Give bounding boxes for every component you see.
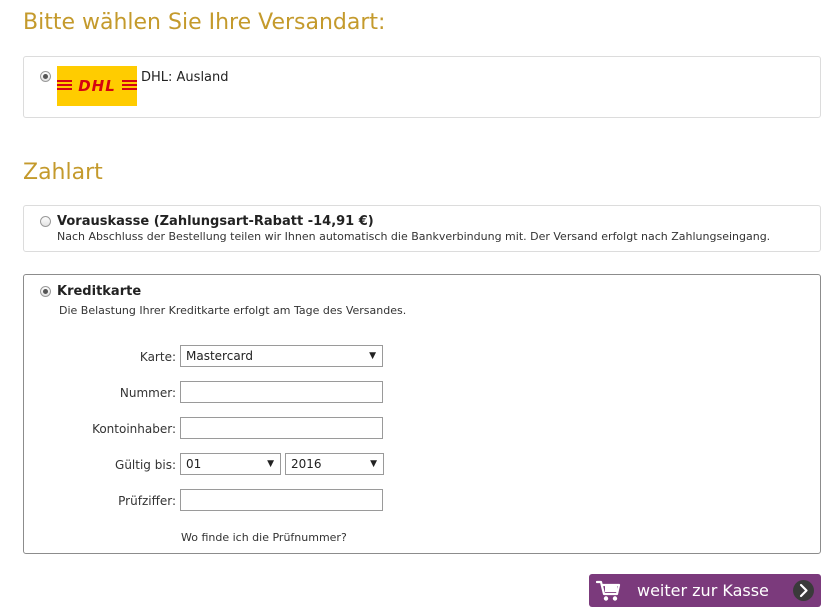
dropdown-arrow-icon: ▼ <box>267 459 274 469</box>
checkout-button[interactable]: weiter zur Kasse <box>589 574 821 607</box>
shipping-option-dhl[interactable]: DHL DHL: Ausland <box>23 56 821 118</box>
prepayment-description: Nach Abschluss der Bestellung teilen wir… <box>57 230 771 243</box>
prepayment-title: Vorauskasse (Zahlungsart-Rabatt -14,91 €… <box>57 214 374 229</box>
card-holder-label: Kontoinhaber: <box>92 422 176 436</box>
payment-heading: Zahlart <box>23 160 103 185</box>
card-type-select[interactable]: Mastercard ▼ <box>180 345 383 367</box>
cart-icon <box>596 580 621 601</box>
credit-card-description: Die Belastung Ihrer Kreditkarte erfolgt … <box>59 304 407 317</box>
checkout-button-label: weiter zur Kasse <box>637 581 769 600</box>
shipping-option-label: DHL: Ausland <box>141 70 229 85</box>
cvc-input[interactable] <box>180 489 383 511</box>
shipping-heading: Bitte wählen Sie Ihre Versandart: <box>23 10 386 35</box>
card-number-input[interactable] <box>180 381 383 403</box>
chevron-right-icon <box>793 580 814 601</box>
payment-option-credit-card[interactable]: Kreditkarte Die Belastung Ihrer Kreditka… <box>23 274 821 554</box>
cvc-help-link[interactable]: Wo finde ich die Prüfnummer? <box>181 531 347 544</box>
credit-card-title: Kreditkarte <box>57 284 142 299</box>
expiry-month-value: 01 <box>186 457 202 471</box>
expiry-month-select[interactable]: 01 ▼ <box>180 453 281 475</box>
card-holder-input[interactable] <box>180 417 383 439</box>
payment-radio-prepayment[interactable] <box>40 216 51 227</box>
valid-until-label: Gültig bis: <box>115 458 176 472</box>
dhl-logo-text: DHL <box>72 77 122 95</box>
cvc-label: Prüfziffer: <box>118 494 176 508</box>
shipping-radio-dhl[interactable] <box>40 71 51 82</box>
expiry-year-value: 2016 <box>291 457 322 471</box>
dhl-logo: DHL <box>57 66 137 106</box>
payment-radio-credit-card[interactable] <box>40 286 51 297</box>
card-number-label: Nummer: <box>119 386 176 400</box>
card-type-value: Mastercard <box>186 349 254 363</box>
card-type-label: Karte: <box>139 350 176 364</box>
dropdown-arrow-icon: ▼ <box>369 351 376 361</box>
payment-option-prepayment[interactable]: Vorauskasse (Zahlungsart-Rabatt -14,91 €… <box>23 205 821 252</box>
expiry-year-select[interactable]: 2016 ▼ <box>285 453 384 475</box>
dropdown-arrow-icon: ▼ <box>370 459 377 469</box>
